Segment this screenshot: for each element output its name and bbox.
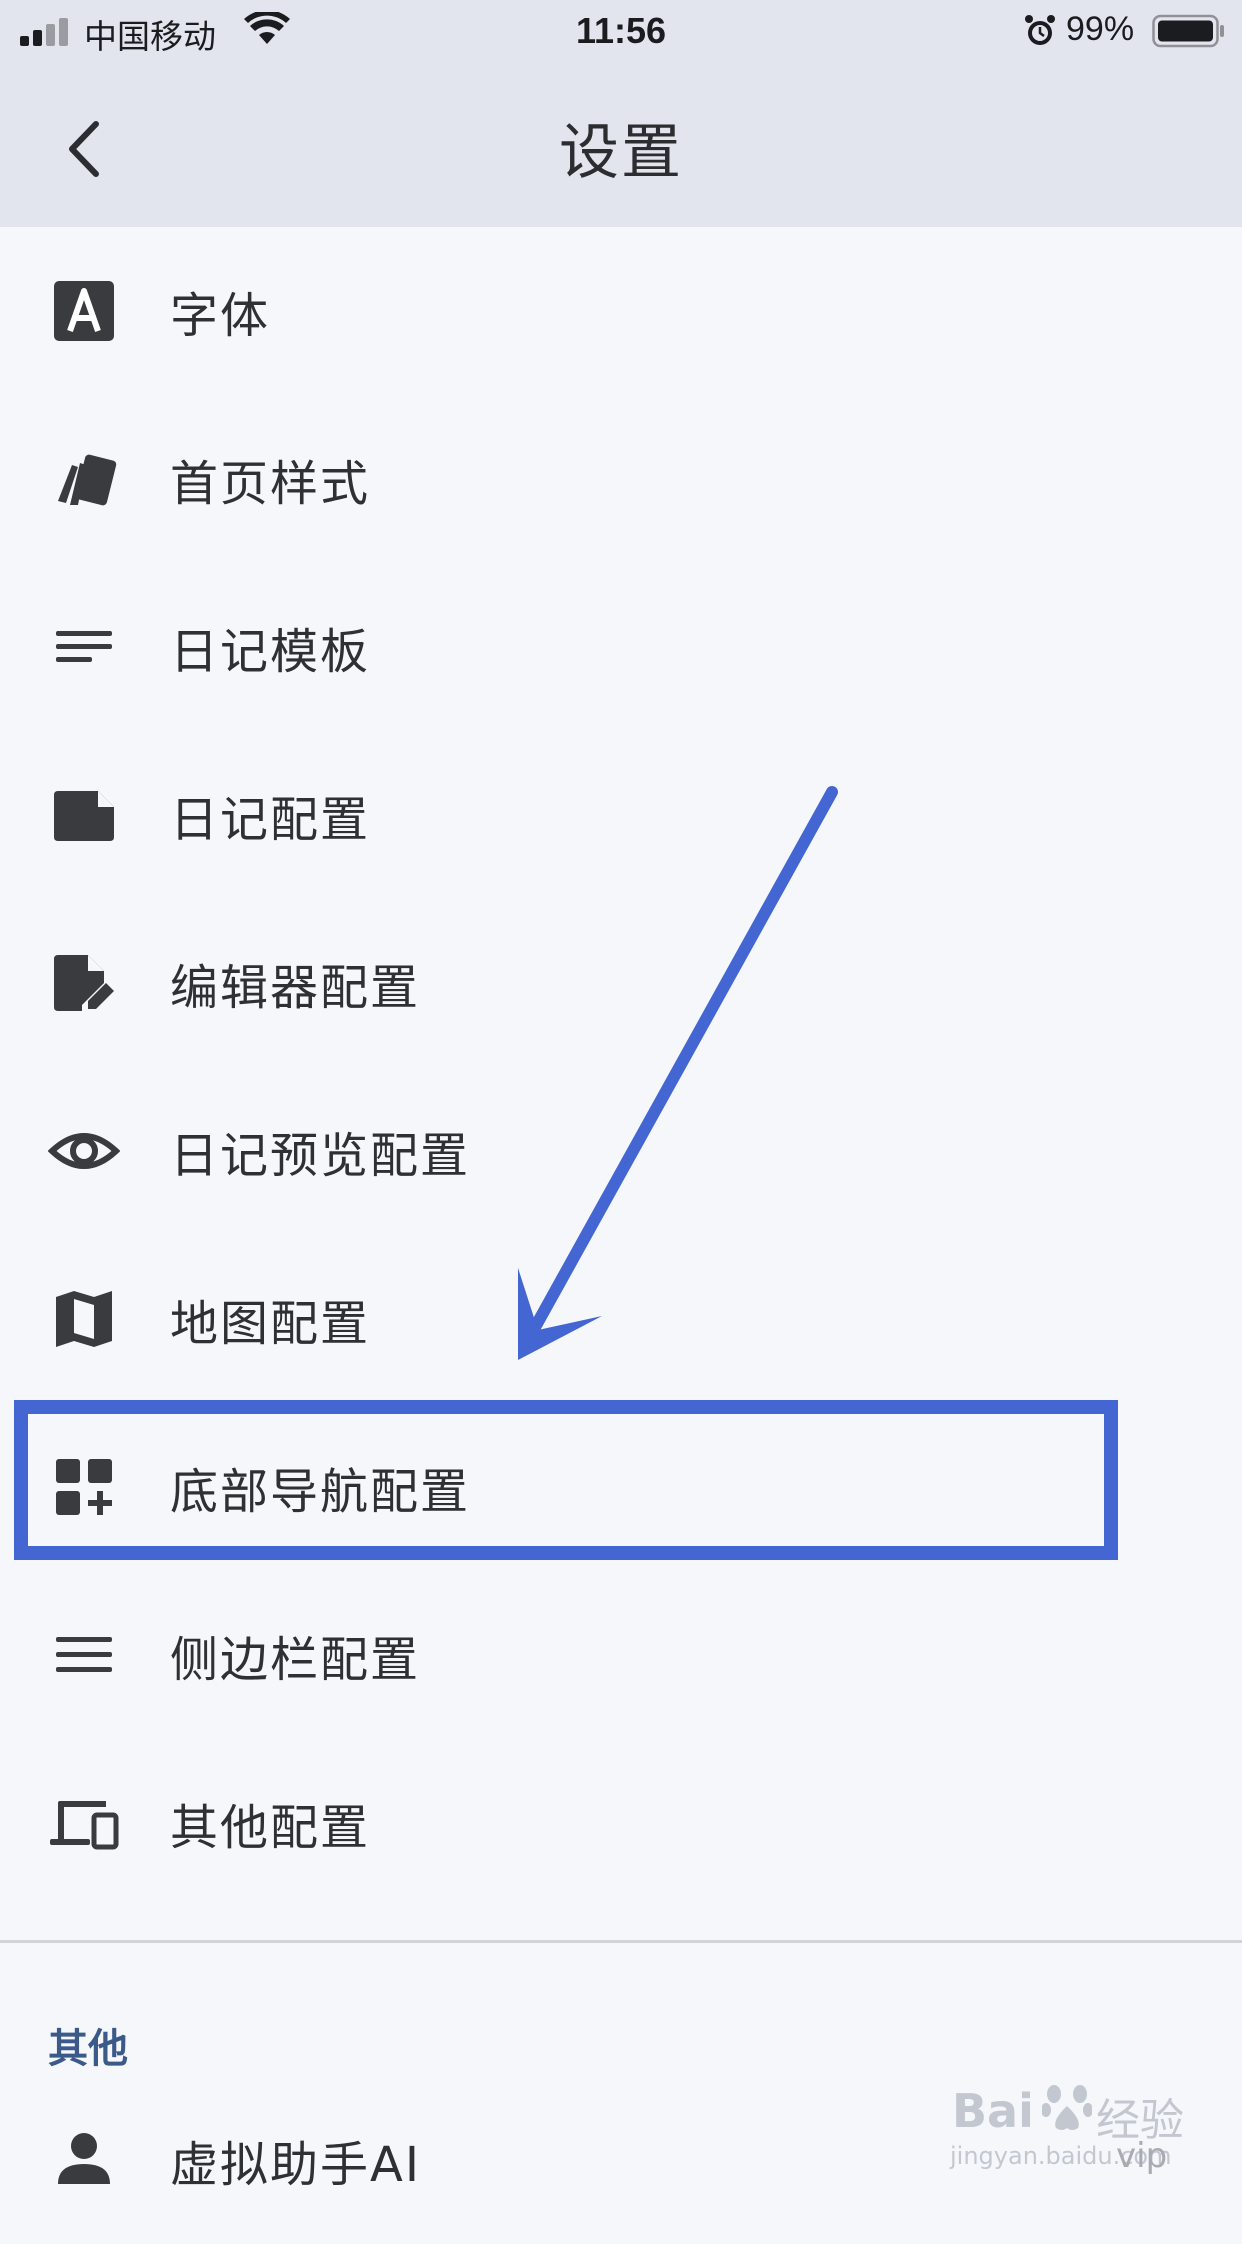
file-edit-icon <box>54 955 114 1011</box>
navigation-bar: 设置 <box>0 64 1242 227</box>
eye-icon <box>48 1133 120 1169</box>
map-icon <box>56 1291 112 1347</box>
lines-icon <box>56 631 112 662</box>
font-icon <box>54 281 114 341</box>
settings-item-font[interactable]: 字体 <box>0 227 1242 395</box>
status-bar: 中国移动 11:56 99% <box>0 0 1242 64</box>
settings-item-label: 虚拟助手AI <box>170 2137 421 2193</box>
settings-item-label: 侧边栏配置 <box>170 1632 421 1688</box>
settings-item-editor-config[interactable]: 编辑器配置 <box>0 899 1242 1067</box>
settings-item-bottom-nav-config[interactable]: 底部导航配置 <box>0 1403 1242 1571</box>
settings-item-label: 字体 <box>170 288 271 344</box>
alarm-icon <box>1025 15 1055 45</box>
settings-item-label: 编辑器配置 <box>170 960 421 1016</box>
menu-icon <box>56 1637 112 1672</box>
settings-item-home-style[interactable]: 首页样式 <box>0 395 1242 563</box>
settings-item-label: 其他配置 <box>170 1800 371 1856</box>
note-icon <box>54 791 114 841</box>
page-title: 设置 <box>559 118 683 188</box>
settings-item-label: 地图配置 <box>170 1296 371 1352</box>
settings-item-sidebar-config[interactable]: 侧边栏配置 <box>0 1571 1242 1739</box>
battery-percentage: 99% <box>1066 10 1135 48</box>
settings-item-diary-preview-config[interactable]: 日记预览配置 <box>0 1067 1242 1235</box>
devices-icon <box>50 1801 119 1850</box>
settings-item-diary-config[interactable]: 日记配置 <box>0 731 1242 899</box>
settings-item-diary-template[interactable]: 日记模板 <box>0 563 1242 731</box>
settings-item-label: 日记配置 <box>170 792 371 848</box>
cards-icon <box>58 454 117 506</box>
section-divider <box>0 1940 1242 1943</box>
settings-item-label: 日记模板 <box>170 624 371 680</box>
settings-item-label: 首页样式 <box>170 456 371 512</box>
section-header-other: 其他 <box>48 2026 128 2072</box>
battery-icon <box>1152 14 1224 48</box>
settings-item-label: 底部导航配置 <box>170 1464 471 1520</box>
settings-item-label: 日记预览配置 <box>170 1128 471 1184</box>
person-icon <box>58 2133 110 2184</box>
grid-add-icon <box>56 1459 112 1515</box>
settings-item-virtual-assistant[interactable]: 虚拟助手AI <box>0 2076 1242 2244</box>
settings-item-other-config[interactable]: 其他配置 <box>0 1739 1242 1907</box>
settings-item-map-config[interactable]: 地图配置 <box>0 1235 1242 1403</box>
